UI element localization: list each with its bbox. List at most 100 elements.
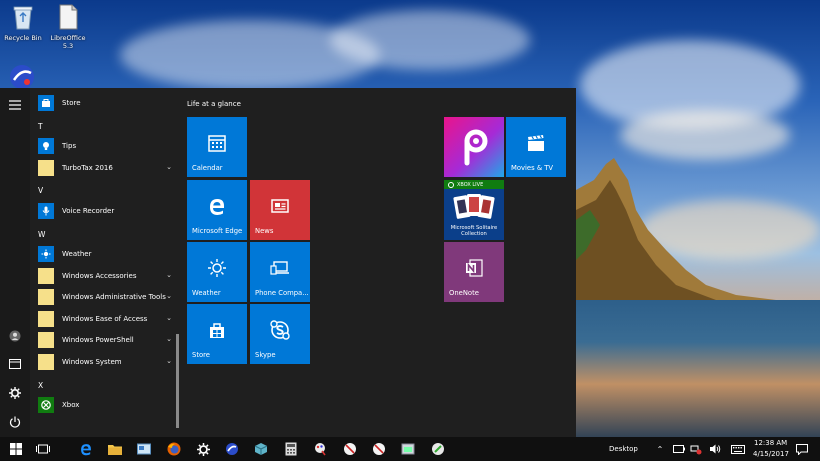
- app-window-icon[interactable]: [394, 437, 422, 461]
- app-ball-icon[interactable]: [336, 437, 364, 461]
- tile-movies-tv[interactable]: Movies & TV: [506, 117, 566, 177]
- chevron-down-icon: ⌄: [166, 163, 172, 171]
- tips-icon: [38, 138, 54, 154]
- tile-onenote[interactable]: OneNote: [444, 242, 504, 302]
- tile-solitaire[interactable]: XBOX LIVE Microsoft Solitaire Collection: [444, 180, 504, 240]
- edge-taskbar-icon[interactable]: [72, 437, 100, 461]
- xbox-icon: [38, 397, 54, 413]
- chevron-down-icon: ⌄: [166, 335, 172, 343]
- tile-label: News: [255, 227, 274, 235]
- section-letter-x[interactable]: X: [38, 381, 43, 390]
- tile-microsoft-edge[interactable]: Microsoft Edge: [187, 180, 247, 240]
- tile-label: Skype: [255, 351, 276, 359]
- tile-picsart[interactable]: [444, 117, 504, 177]
- app-list-folder-turbotax[interactable]: TurboTax 2016 ⌄: [30, 158, 178, 178]
- power-icon[interactable]: [7, 414, 23, 430]
- newspaper-icon: [268, 194, 292, 218]
- settings-taskbar-icon[interactable]: [189, 437, 217, 461]
- app-list-folder-windows-accessories[interactable]: Windows Accessories ⌄: [30, 266, 178, 286]
- chevron-down-icon: ⌄: [166, 271, 172, 279]
- app-label: TurboTax 2016: [62, 164, 113, 172]
- skype-icon: [268, 318, 292, 342]
- folder-icon: [38, 289, 54, 305]
- clapperboard-icon: [524, 131, 548, 155]
- tile-label: Microsoft Solitaire Collection: [450, 225, 498, 238]
- tile-label: Store: [192, 351, 210, 359]
- playing-cards-icon: [453, 193, 495, 225]
- desktop-icon-libreoffice[interactable]: LibreOffice 5.3: [45, 4, 91, 50]
- app-tools-icon[interactable]: [424, 437, 452, 461]
- chevron-up-icon[interactable]: ⌃: [654, 443, 666, 455]
- app-label: Weather: [62, 250, 92, 258]
- app-label: Windows Administrative Tools: [62, 293, 166, 301]
- tile-weather[interactable]: Weather: [187, 242, 247, 302]
- app-list-folder-windows-ease-of-access[interactable]: Windows Ease of Access ⌄: [30, 309, 178, 329]
- mail-app-icon[interactable]: [130, 437, 158, 461]
- app-paint-icon[interactable]: [306, 437, 334, 461]
- keyboard-icon[interactable]: [731, 443, 745, 455]
- folder-icon: [38, 354, 54, 370]
- tile-store[interactable]: Store: [187, 304, 247, 364]
- app-list-folder-windows-system[interactable]: Windows System ⌄: [30, 352, 178, 372]
- app-list-folder-windows-administrative-tools[interactable]: Windows Administrative Tools ⌄: [30, 287, 178, 307]
- section-letter-w[interactable]: W: [38, 230, 45, 239]
- hamburger-menu-icon[interactable]: [7, 97, 23, 113]
- start-button[interactable]: [2, 437, 30, 461]
- app-list-item-tips[interactable]: Tips: [30, 136, 178, 156]
- clock-time[interactable]: 12:38 AM: [754, 439, 787, 447]
- xbox-live-badge: XBOX LIVE: [444, 180, 504, 189]
- tile-group-title: Life at a glance: [187, 100, 241, 108]
- app-label: Store: [62, 99, 81, 107]
- tile-phone-companion[interactable]: Phone Compa...: [250, 242, 310, 302]
- folder-icon: [38, 311, 54, 327]
- clock-date[interactable]: 4/15/2017: [753, 450, 789, 458]
- app-list-scrollbar[interactable]: [176, 334, 179, 428]
- tile-calendar[interactable]: Calendar: [187, 117, 247, 177]
- tile-label: Microsoft Edge: [192, 227, 243, 235]
- app-list-item-xbox[interactable]: Xbox: [30, 395, 178, 415]
- onenote-icon: [462, 256, 486, 280]
- app-list-item-store[interactable]: Store: [30, 93, 178, 113]
- sun-icon: [205, 256, 229, 280]
- picsart-icon: [458, 127, 490, 169]
- app-list-item-weather[interactable]: Weather: [30, 244, 178, 264]
- document-icon: [45, 4, 91, 32]
- file-explorer-icon[interactable]: [7, 356, 23, 372]
- app-list-item-voice-recorder[interactable]: Voice Recorder: [30, 201, 178, 221]
- section-letter-t[interactable]: T: [38, 122, 43, 131]
- app-bird-icon[interactable]: [218, 437, 246, 461]
- settings-gear-icon[interactable]: [7, 385, 23, 401]
- app-label: Windows System: [62, 358, 122, 366]
- recycle-bin-icon: [0, 4, 46, 32]
- action-center-icon[interactable]: [796, 443, 808, 455]
- tile-news[interactable]: News: [250, 180, 310, 240]
- tile-label: OneNote: [449, 289, 479, 297]
- start-rail: [0, 88, 30, 437]
- app-list-folder-windows-powershell[interactable]: Windows PowerShell ⌄: [30, 330, 178, 350]
- tile-label: Movies & TV: [511, 164, 554, 172]
- tile-skype[interactable]: Skype: [250, 304, 310, 364]
- desktop-toolbar-label[interactable]: Desktop: [609, 445, 638, 453]
- app-ball-icon-2[interactable]: [365, 437, 393, 461]
- store-icon: [38, 95, 54, 111]
- app-cube-icon[interactable]: [247, 437, 275, 461]
- app-label: Voice Recorder: [62, 207, 115, 215]
- app-list: Store T Tips TurboTax 2016 ⌄ V Voice Rec…: [30, 88, 180, 437]
- chevron-down-icon: ⌄: [166, 292, 172, 300]
- calculator-icon[interactable]: [277, 437, 305, 461]
- folder-icon: [38, 268, 54, 284]
- chevron-down-icon: ⌄: [166, 357, 172, 365]
- file-explorer-taskbar-icon[interactable]: [101, 437, 129, 461]
- sun-icon: [38, 246, 54, 262]
- section-letter-v[interactable]: V: [38, 186, 43, 195]
- volume-icon[interactable]: [709, 443, 721, 455]
- desktop-icon-label: LibreOffice 5.3: [50, 34, 86, 50]
- user-account-icon[interactable]: [7, 328, 23, 344]
- tiles-area: Life at a glance Calendar Microsoft Edge…: [180, 88, 576, 437]
- firefox-icon[interactable]: [160, 437, 188, 461]
- network-warning-icon[interactable]: [690, 443, 702, 455]
- battery-icon[interactable]: [673, 443, 685, 455]
- xbox-badge-label: XBOX LIVE: [457, 181, 484, 188]
- task-view-icon[interactable]: [29, 437, 57, 461]
- desktop-icon-recycle-bin[interactable]: Recycle Bin: [0, 4, 46, 42]
